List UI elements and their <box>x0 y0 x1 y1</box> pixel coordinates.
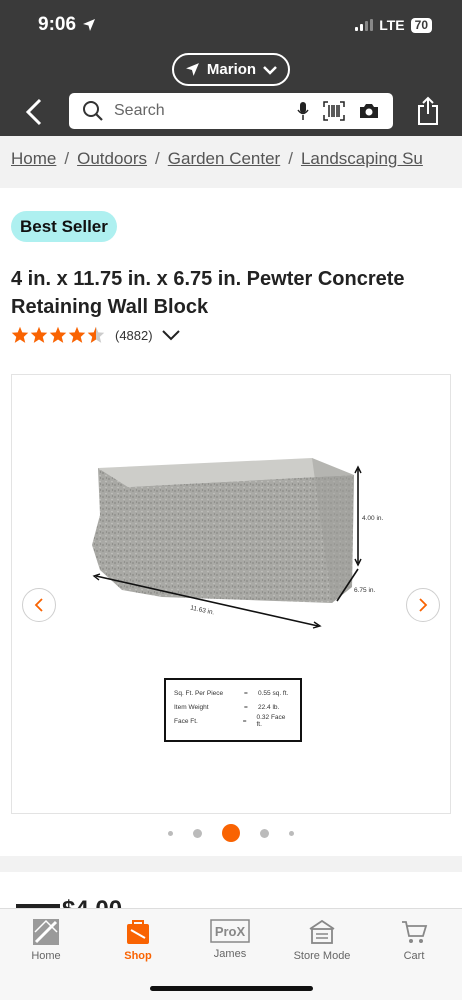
tab-label: Store Mode <box>293 950 351 962</box>
carousel-dot[interactable] <box>193 828 202 838</box>
review-count: (4882) <box>115 327 153 343</box>
star-full-icon <box>11 326 29 343</box>
signal-icon <box>355 19 374 31</box>
home-depot-logo-icon <box>33 919 59 945</box>
section-divider <box>0 856 462 872</box>
chevron-left-icon <box>34 598 43 612</box>
search-input[interactable]: Search <box>114 102 297 120</box>
tab-prox[interactable]: ProX James <box>184 919 276 960</box>
carousel-dot[interactable] <box>289 830 294 836</box>
tab-home[interactable]: Home <box>0 919 92 962</box>
shop-bag-icon <box>127 920 149 944</box>
cart-icon <box>402 921 428 943</box>
spec-value: 0.55 sq. ft. <box>258 689 289 697</box>
next-image-button[interactable] <box>406 588 440 622</box>
star-full-icon <box>49 326 67 343</box>
status-time-text: 9:06 <box>38 14 77 35</box>
product-image-gallery[interactable]: 4.00 in. 6.75 in. 11.63 in. Sq. Ft. Per … <box>11 374 451 814</box>
star-full-icon <box>68 326 86 343</box>
tab-store-mode[interactable]: Store Mode <box>276 919 368 962</box>
tab-label: Shop <box>124 950 152 962</box>
spec-row: Face Ft. = 0.32 Face ft. <box>174 714 292 728</box>
best-seller-badge: Best Seller <box>11 211 117 242</box>
carousel-dots <box>0 824 462 842</box>
navigation-arrow-icon <box>185 63 199 76</box>
location-arrow-icon <box>83 19 96 31</box>
spec-row: Sq. Ft. Per Piece = 0.55 sq. ft. <box>174 686 292 700</box>
previous-image-button[interactable] <box>22 588 56 622</box>
breadcrumb-separator: / <box>155 149 160 168</box>
app-header: 9:06 LTE 70 Marion Search <box>0 0 462 136</box>
price-section: $4.00 <box>0 872 462 912</box>
spec-key: Item Weight <box>174 703 209 711</box>
spec-eq: = <box>242 717 247 725</box>
chevron-down-icon <box>263 65 277 75</box>
status-bar-indicators: LTE 70 <box>355 17 432 33</box>
height-dimension-label: 4.00 in. <box>362 515 384 522</box>
product-section: Best Seller 4 in. x 11.75 in. x 6.75 in.… <box>0 188 462 856</box>
carousel-dot[interactable] <box>168 830 173 836</box>
depth-dimension-label: 6.75 in. <box>354 587 376 594</box>
store-icon <box>309 919 335 944</box>
spec-eq: = <box>244 703 248 711</box>
carousel-dot[interactable] <box>260 828 269 838</box>
network-type: LTE <box>379 17 405 33</box>
back-arrow-icon[interactable] <box>24 98 46 126</box>
spec-row: Item Weight = 22.4 lb. <box>174 700 292 714</box>
star-full-icon <box>30 326 48 343</box>
barcode-scanner-icon[interactable] <box>323 101 345 121</box>
battery-icon: 70 <box>410 17 432 33</box>
microphone-icon[interactable] <box>297 101 309 121</box>
prox-icon: ProX <box>210 919 250 943</box>
spec-value: 22.4 lb. <box>258 703 280 711</box>
breadcrumb-home[interactable]: Home <box>11 149 56 168</box>
search-icon <box>83 101 103 121</box>
status-bar-time: 9:06 <box>38 14 96 36</box>
share-icon[interactable] <box>416 96 440 126</box>
breadcrumb-garden-center[interactable]: Garden Center <box>168 149 280 168</box>
spec-eq: = <box>244 689 248 697</box>
camera-icon[interactable] <box>359 102 379 120</box>
carousel-dot-active[interactable] <box>222 824 240 842</box>
breadcrumb-landscaping[interactable]: Landscaping Su <box>301 149 423 168</box>
breadcrumb-separator: / <box>288 149 293 168</box>
svg-text:ProX: ProX <box>215 924 246 939</box>
product-rating[interactable]: (4882) <box>11 326 180 344</box>
tab-cart[interactable]: Cart <box>368 919 460 962</box>
store-location-button[interactable]: Marion <box>172 53 290 86</box>
breadcrumb-outdoors[interactable]: Outdoors <box>77 149 147 168</box>
spec-value: 0.32 Face ft. <box>256 714 286 728</box>
product-image <box>92 458 362 629</box>
tab-label: Home <box>31 950 61 962</box>
chevron-right-icon <box>419 598 428 612</box>
rating-stars <box>11 326 105 344</box>
specs-table: Sq. Ft. Per Piece = 0.55 sq. ft. Item Weig… <box>164 678 302 742</box>
product-title: 4 in. x 11.75 in. x 6.75 in. Pewter Conc… <box>11 268 405 318</box>
tab-label: Cart <box>403 950 425 962</box>
home-indicator <box>150 986 313 991</box>
tab-label: James <box>213 948 247 960</box>
store-location-label: Marion <box>206 61 257 78</box>
spec-key: Sq. Ft. Per Piece <box>174 689 224 697</box>
star-half-icon <box>87 326 105 343</box>
search-bar[interactable]: Search <box>69 93 393 129</box>
chevron-down-icon[interactable] <box>161 329 180 341</box>
breadcrumb: Home / Outdoors / Garden Center / Landscaping … <box>0 136 462 188</box>
breadcrumb-separator: / <box>64 149 70 168</box>
tab-shop[interactable]: Shop <box>92 919 184 962</box>
spec-key: Face Ft. <box>174 717 198 725</box>
